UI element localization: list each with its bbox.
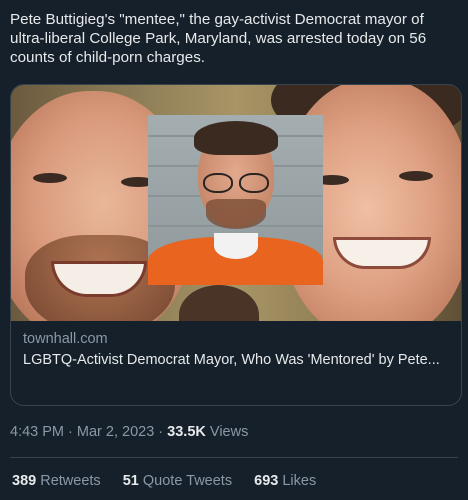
tweet-timestamp-row: 4:43 PM · Mar 2, 2023 · 33.5K Views bbox=[10, 422, 248, 442]
quote-tweets-count: 51 bbox=[122, 473, 139, 489]
likes-stat[interactable]: 693 Likes bbox=[254, 473, 316, 489]
link-preview-image[interactable] bbox=[11, 85, 461, 321]
mugshot-glasses bbox=[203, 173, 269, 193]
mugshot-photo bbox=[148, 115, 323, 285]
tweet-date[interactable]: Mar 2, 2023 bbox=[77, 424, 154, 440]
views-count: 33.5K bbox=[167, 424, 206, 440]
retweets-count: 389 bbox=[12, 473, 37, 489]
link-title[interactable]: LGBTQ-Activist Democrat Mayor, Who Was '… bbox=[23, 349, 449, 371]
mugshot-beard bbox=[206, 199, 266, 229]
left-face-eye bbox=[33, 173, 67, 183]
bottom-head-photo bbox=[179, 285, 259, 321]
right-face-eye bbox=[399, 171, 433, 181]
retweets-label: Retweets bbox=[36, 473, 101, 489]
link-preview-meta[interactable]: townhall.com LGBTQ-Activist Democrat May… bbox=[11, 321, 461, 371]
mugshot-collar bbox=[214, 233, 258, 259]
tweet-time[interactable]: 4:43 PM bbox=[10, 424, 64, 440]
separator-dot: · bbox=[64, 424, 77, 440]
likes-label: Likes bbox=[278, 473, 317, 489]
mugshot-hair bbox=[194, 121, 278, 155]
tweet-text: Pete Buttigieg's "mentee," the gay-activ… bbox=[10, 11, 427, 66]
retweets-stat[interactable]: 389 Retweets bbox=[12, 473, 101, 489]
divider bbox=[10, 457, 458, 458]
separator-dot: · bbox=[154, 424, 168, 440]
quote-tweets-label: Quote Tweets bbox=[138, 473, 233, 489]
likes-count: 693 bbox=[254, 473, 279, 489]
engagement-stats: 389 Retweets 51 Quote Tweets 693 Likes bbox=[12, 471, 334, 491]
quote-tweets-stat[interactable]: 51 Quote Tweets bbox=[123, 473, 232, 489]
views-label: Views bbox=[205, 424, 249, 440]
link-preview-card[interactable]: townhall.com LGBTQ-Activist Democrat May… bbox=[10, 84, 462, 406]
link-domain: townhall.com bbox=[23, 331, 108, 347]
